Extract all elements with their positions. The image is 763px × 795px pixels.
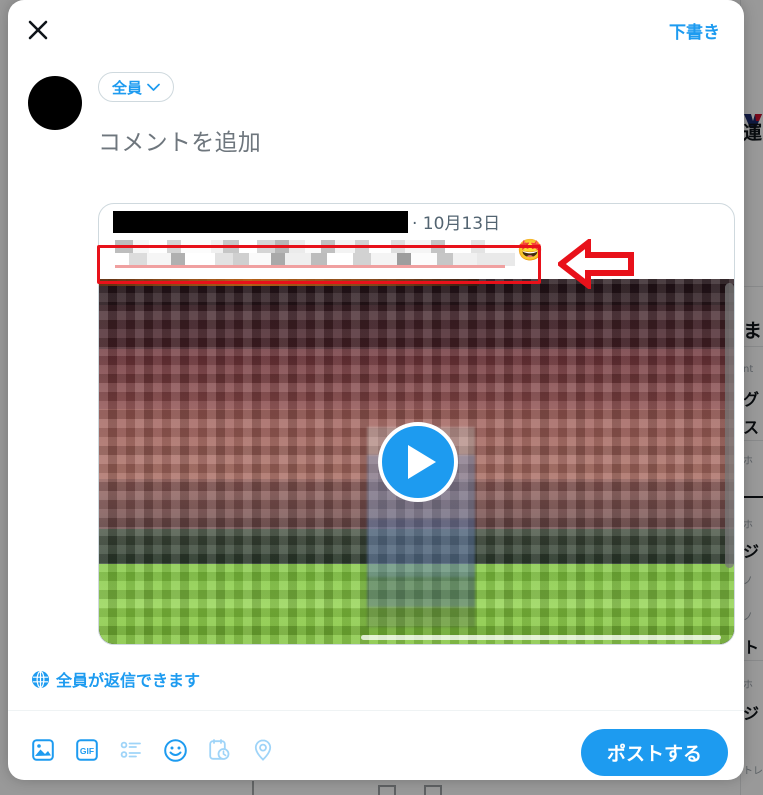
chevron-down-icon [147, 83, 160, 92]
avatar[interactable] [28, 76, 82, 130]
schedule-icon [200, 731, 238, 769]
quoted-tweet-text-blurred [115, 240, 515, 266]
quoted-tweet-date: · 10月13日 [412, 214, 501, 234]
poll-icon [112, 731, 150, 769]
quoted-tweet-header: · 10月13日 [99, 204, 734, 234]
compose-row: 全員 コメントを追加 [8, 58, 744, 158]
location-icon [244, 731, 282, 769]
media-image-icon[interactable] [24, 731, 62, 769]
compose-body: 全員 コメントを追加 [98, 58, 744, 158]
quoted-tweet-video[interactable] [99, 279, 734, 644]
quoted-author-redacted [113, 211, 408, 233]
modal-header: 下書き [8, 0, 744, 58]
gif-icon[interactable]: GIF [68, 731, 106, 769]
audience-selector[interactable]: 全員 [98, 72, 175, 102]
horizontal-scrollbar[interactable] [361, 635, 721, 640]
play-icon[interactable] [377, 421, 458, 502]
compose-modal: 下書き 全員 コメントを追加 · 10月13日 🤩 全員が返信できます GIF … [8, 0, 744, 780]
toolbar-divider [8, 710, 744, 711]
globe-icon [32, 670, 49, 688]
svg-text:GIF: GIF [80, 746, 94, 756]
drafts-button[interactable]: 下書き [661, 14, 728, 47]
reply-scope[interactable]: 全員が返信できます [32, 667, 200, 691]
star-struck-emoji: 🤩 [517, 238, 544, 262]
compose-toolbar: GIF ポストする [8, 720, 744, 780]
left-arrow-annotation [556, 236, 634, 292]
compose-input[interactable]: コメントを追加 [98, 130, 720, 158]
screen-root: 運ま nt グスホホジノノトホジトレ 下書き 全員 コメントを追加 · 10月1… [0, 0, 763, 795]
vertical-scrollbar[interactable] [725, 283, 734, 568]
close-icon[interactable] [21, 13, 55, 47]
video-top-banner [99, 279, 479, 286]
emoji-icon[interactable] [156, 731, 194, 769]
audience-label: 全員 [112, 78, 143, 97]
reply-scope-label: 全員が返信できます [56, 671, 201, 690]
post-button[interactable]: ポストする [580, 729, 728, 776]
quoted-tweet-text-underline [115, 265, 505, 268]
quoted-tweet-card[interactable]: · 10月13日 🤩 [98, 203, 735, 645]
